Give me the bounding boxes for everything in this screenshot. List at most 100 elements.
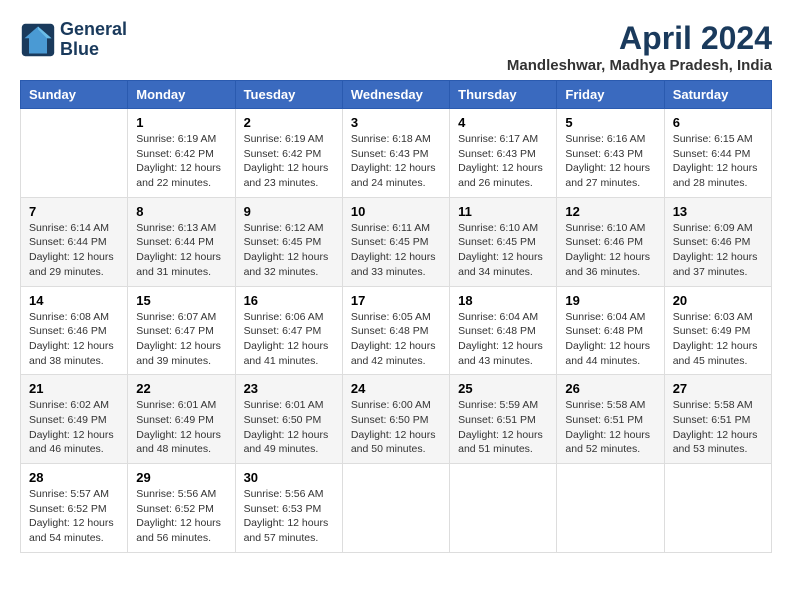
day-info: Sunrise: 6:17 AMSunset: 6:43 PMDaylight:… bbox=[458, 132, 548, 191]
day-info: Sunrise: 6:10 AMSunset: 6:46 PMDaylight:… bbox=[565, 221, 655, 280]
day-number: 25 bbox=[458, 381, 548, 396]
day-number: 11 bbox=[458, 204, 548, 219]
calendar-week-row: 28 Sunrise: 5:57 AMSunset: 6:52 PMDayligh… bbox=[21, 464, 772, 553]
calendar-week-row: 1 Sunrise: 6:19 AMSunset: 6:42 PMDaylight… bbox=[21, 109, 772, 198]
day-info: Sunrise: 6:05 AMSunset: 6:48 PMDaylight:… bbox=[351, 310, 441, 369]
day-info: Sunrise: 5:59 AMSunset: 6:51 PMDaylight:… bbox=[458, 398, 548, 457]
calendar-cell: 28 Sunrise: 5:57 AMSunset: 6:52 PMDayligh… bbox=[21, 464, 128, 553]
day-number: 12 bbox=[565, 204, 655, 219]
day-number: 28 bbox=[29, 470, 119, 485]
calendar-cell: 5Sunrise: 6:16 AMSunset: 6:43 PMDaylight… bbox=[557, 109, 664, 198]
calendar-cell: 23 Sunrise: 6:01 AMSunset: 6:50 PMDayligh… bbox=[235, 375, 342, 464]
calendar-cell: 22Sunrise: 6:01 AMSunset: 6:49 PMDayligh… bbox=[128, 375, 235, 464]
day-info: Sunrise: 6:03 AMSunset: 6:49 PMDaylight:… bbox=[673, 310, 763, 369]
day-number: 1 bbox=[136, 115, 226, 130]
day-number: 21 bbox=[29, 381, 119, 396]
day-info: Sunrise: 6:02 AMSunset: 6:49 PMDaylight:… bbox=[29, 398, 119, 457]
calendar-header-row: SundayMondayTuesdayWednesdayThursdayFrid… bbox=[21, 81, 772, 109]
calendar-cell: 19Sunrise: 6:04 AMSunset: 6:48 PMDayligh… bbox=[557, 286, 664, 375]
day-number: 7 bbox=[29, 204, 119, 219]
calendar-cell: 11Sunrise: 6:10 AMSunset: 6:45 PMDayligh… bbox=[450, 197, 557, 286]
calendar-week-row: 14 Sunrise: 6:08 AMSunset: 6:46 PMDayligh… bbox=[21, 286, 772, 375]
day-info: Sunrise: 6:07 AMSunset: 6:47 PMDaylight:… bbox=[136, 310, 226, 369]
day-info: Sunrise: 6:19 AMSunset: 6:42 PMDaylight:… bbox=[136, 132, 226, 191]
day-number: 4 bbox=[458, 115, 548, 130]
day-info: Sunrise: 6:18 AMSunset: 6:43 PMDaylight:… bbox=[351, 132, 441, 191]
day-number: 30 bbox=[244, 470, 334, 485]
header-wednesday: Wednesday bbox=[342, 81, 449, 109]
header: General Blue April 2024 Mandleshwar, Mad… bbox=[20, 20, 772, 74]
header-monday: Monday bbox=[128, 81, 235, 109]
day-number: 24 bbox=[351, 381, 441, 396]
day-info: Sunrise: 6:13 AMSunset: 6:44 PMDaylight:… bbox=[136, 221, 226, 280]
day-info: Sunrise: 6:08 AMSunset: 6:46 PMDaylight:… bbox=[29, 310, 119, 369]
day-number: 17 bbox=[351, 293, 441, 308]
calendar-cell: 4 Sunrise: 6:17 AMSunset: 6:43 PMDaylight… bbox=[450, 109, 557, 198]
day-info: Sunrise: 6:11 AMSunset: 6:45 PMDaylight:… bbox=[351, 221, 441, 280]
calendar-cell: 17 Sunrise: 6:05 AMSunset: 6:48 PMDayligh… bbox=[342, 286, 449, 375]
calendar-cell: 8 Sunrise: 6:13 AMSunset: 6:44 PMDaylight… bbox=[128, 197, 235, 286]
day-number: 19 bbox=[565, 293, 655, 308]
calendar-week-row: 21 Sunrise: 6:02 AMSunset: 6:49 PMDayligh… bbox=[21, 375, 772, 464]
day-info: Sunrise: 5:56 AMSunset: 6:52 PMDaylight:… bbox=[136, 487, 226, 546]
calendar-table: SundayMondayTuesdayWednesdayThursdayFrid… bbox=[20, 80, 772, 553]
day-number: 23 bbox=[244, 381, 334, 396]
calendar-cell: 29 Sunrise: 5:56 AMSunset: 6:52 PMDayligh… bbox=[128, 464, 235, 553]
day-info: Sunrise: 6:15 AMSunset: 6:44 PMDaylight:… bbox=[673, 132, 763, 191]
logo-icon bbox=[20, 22, 56, 58]
calendar-cell: 1 Sunrise: 6:19 AMSunset: 6:42 PMDaylight… bbox=[128, 109, 235, 198]
day-number: 16 bbox=[244, 293, 334, 308]
main-title: April 2024 bbox=[507, 20, 772, 57]
calendar-cell bbox=[664, 464, 771, 553]
day-info: Sunrise: 5:57 AMSunset: 6:52 PMDaylight:… bbox=[29, 487, 119, 546]
day-number: 14 bbox=[29, 293, 119, 308]
logo: General Blue bbox=[20, 20, 127, 60]
day-number: 3 bbox=[351, 115, 441, 130]
day-info: Sunrise: 6:16 AMSunset: 6:43 PMDaylight:… bbox=[565, 132, 655, 191]
day-info: Sunrise: 6:06 AMSunset: 6:47 PMDaylight:… bbox=[244, 310, 334, 369]
day-info: Sunrise: 6:19 AMSunset: 6:42 PMDaylight:… bbox=[244, 132, 334, 191]
calendar-cell: 7 Sunrise: 6:14 AMSunset: 6:44 PMDaylight… bbox=[21, 197, 128, 286]
calendar-cell: 26Sunrise: 5:58 AMSunset: 6:51 PMDayligh… bbox=[557, 375, 664, 464]
calendar-cell bbox=[557, 464, 664, 553]
day-info: Sunrise: 5:58 AMSunset: 6:51 PMDaylight:… bbox=[565, 398, 655, 457]
calendar-cell: 21 Sunrise: 6:02 AMSunset: 6:49 PMDayligh… bbox=[21, 375, 128, 464]
calendar-cell: 14 Sunrise: 6:08 AMSunset: 6:46 PMDayligh… bbox=[21, 286, 128, 375]
calendar-cell: 15 Sunrise: 6:07 AMSunset: 6:47 PMDayligh… bbox=[128, 286, 235, 375]
calendar-cell: 30 Sunrise: 5:56 AMSunset: 6:53 PMDayligh… bbox=[235, 464, 342, 553]
calendar-cell: 3 Sunrise: 6:18 AMSunset: 6:43 PMDaylight… bbox=[342, 109, 449, 198]
day-number: 9 bbox=[244, 204, 334, 219]
day-number: 22 bbox=[136, 381, 226, 396]
calendar-cell: 16 Sunrise: 6:06 AMSunset: 6:47 PMDayligh… bbox=[235, 286, 342, 375]
calendar-cell bbox=[21, 109, 128, 198]
calendar-cell: 24 Sunrise: 6:00 AMSunset: 6:50 PMDayligh… bbox=[342, 375, 449, 464]
calendar-cell: 9 Sunrise: 6:12 AMSunset: 6:45 PMDaylight… bbox=[235, 197, 342, 286]
day-number: 18 bbox=[458, 293, 548, 308]
day-info: Sunrise: 6:01 AMSunset: 6:50 PMDaylight:… bbox=[244, 398, 334, 457]
calendar-cell: 6 Sunrise: 6:15 AMSunset: 6:44 PMDaylight… bbox=[664, 109, 771, 198]
calendar-cell: 25 Sunrise: 5:59 AMSunset: 6:51 PMDayligh… bbox=[450, 375, 557, 464]
day-number: 13 bbox=[673, 204, 763, 219]
day-info: Sunrise: 6:09 AMSunset: 6:46 PMDaylight:… bbox=[673, 221, 763, 280]
day-number: 6 bbox=[673, 115, 763, 130]
day-info: Sunrise: 6:00 AMSunset: 6:50 PMDaylight:… bbox=[351, 398, 441, 457]
day-info: Sunrise: 5:56 AMSunset: 6:53 PMDaylight:… bbox=[244, 487, 334, 546]
calendar-cell: 20 Sunrise: 6:03 AMSunset: 6:49 PMDayligh… bbox=[664, 286, 771, 375]
calendar-cell: 10Sunrise: 6:11 AMSunset: 6:45 PMDayligh… bbox=[342, 197, 449, 286]
header-tuesday: Tuesday bbox=[235, 81, 342, 109]
title-area: April 2024 Mandleshwar, Madhya Pradesh, … bbox=[507, 20, 772, 74]
day-number: 20 bbox=[673, 293, 763, 308]
day-number: 27 bbox=[673, 381, 763, 396]
day-info: Sunrise: 6:14 AMSunset: 6:44 PMDaylight:… bbox=[29, 221, 119, 280]
day-number: 8 bbox=[136, 204, 226, 219]
header-sunday: Sunday bbox=[21, 81, 128, 109]
day-info: Sunrise: 5:58 AMSunset: 6:51 PMDaylight:… bbox=[673, 398, 763, 457]
calendar-cell: 18Sunrise: 6:04 AMSunset: 6:48 PMDayligh… bbox=[450, 286, 557, 375]
day-number: 29 bbox=[136, 470, 226, 485]
header-saturday: Saturday bbox=[664, 81, 771, 109]
day-info: Sunrise: 6:12 AMSunset: 6:45 PMDaylight:… bbox=[244, 221, 334, 280]
header-thursday: Thursday bbox=[450, 81, 557, 109]
calendar-cell: 27 Sunrise: 5:58 AMSunset: 6:51 PMDayligh… bbox=[664, 375, 771, 464]
calendar-week-row: 7 Sunrise: 6:14 AMSunset: 6:44 PMDaylight… bbox=[21, 197, 772, 286]
day-number: 15 bbox=[136, 293, 226, 308]
